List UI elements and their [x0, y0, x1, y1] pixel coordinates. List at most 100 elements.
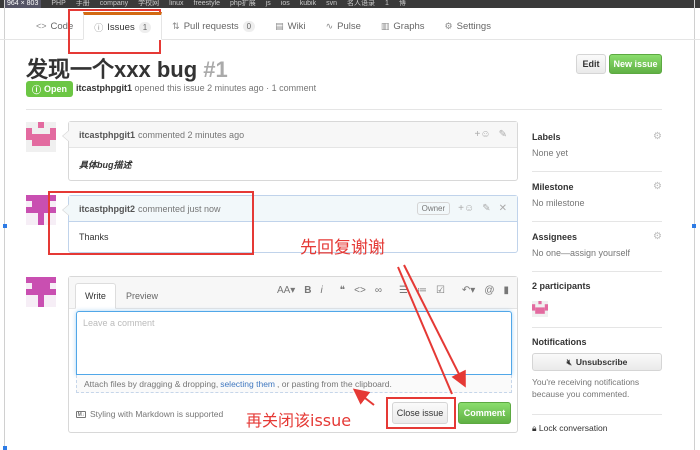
markdown-note: M↓ Styling with Markdown is supported — [76, 409, 223, 419]
gear-icon[interactable]: ⚙ — [653, 131, 662, 142]
comment-timestamp[interactable]: commented 2 minutes ago — [138, 130, 244, 140]
tab-label: Wiki — [287, 20, 306, 32]
add-reaction-icon[interactable]: +☺ — [475, 129, 491, 140]
bookmark-item[interactable]: php扩展 — [230, 0, 256, 8]
tab-label: Issues — [107, 21, 135, 33]
tab-wiki[interactable]: ▤ Wiki — [265, 12, 315, 40]
comment-author-link[interactable]: itcastphpgit1 — [79, 130, 135, 140]
tab-code[interactable]: <> Code — [26, 12, 83, 40]
bookmark-item[interactable]: 名人语录 — [347, 0, 375, 8]
comment-author-link[interactable]: itcastphpgit2 — [79, 204, 135, 214]
task-list-icon[interactable]: ☑ — [436, 285, 445, 296]
participant-avatar[interactable] — [532, 301, 548, 317]
tab-pulse[interactable]: ∿ Pulse — [316, 12, 371, 40]
bold-icon[interactable]: B — [304, 285, 311, 296]
edit-button[interactable]: Edit — [576, 54, 606, 74]
sidebar-divider — [532, 221, 662, 222]
close-icon[interactable]: ✕ — [499, 203, 507, 214]
lock-icon: 🔒︎ — [532, 423, 537, 433]
resize-handle[interactable] — [3, 224, 7, 228]
bookmark-item[interactable]: freestyle — [194, 0, 220, 8]
issue-meta: itcastphpgit1 opened this issue 2 minute… — [76, 83, 316, 93]
bookmark-item[interactable]: 学校网 — [138, 0, 159, 8]
pencil-icon[interactable]: ✎ — [499, 129, 507, 140]
close-issue-button[interactable]: Close issue — [392, 402, 448, 424]
comment-body: 具体bug描述 — [79, 160, 132, 170]
tab-preview[interactable]: Preview — [117, 283, 167, 309]
new-issue-button[interactable]: New issue — [609, 54, 662, 74]
issue-opened-text: opened this issue 2 minutes ago · 1 comm… — [134, 83, 317, 93]
sidebar-divider — [532, 327, 662, 328]
mention-icon[interactable]: @ — [484, 285, 494, 296]
code-icon[interactable]: <> — [354, 285, 366, 296]
quote-icon[interactable]: ❝ — [340, 285, 345, 296]
header-icon[interactable]: AA▾ — [277, 285, 295, 296]
lock-conversation-link[interactable]: 🔒︎ Lock conversation — [532, 423, 607, 434]
code-icon: <> — [36, 21, 47, 31]
tab-graphs[interactable]: ▥ Graphs — [371, 12, 435, 40]
graph-icon: ▥ — [380, 20, 390, 31]
markdown-icon: M↓ — [76, 410, 86, 418]
unsubscribe-button[interactable]: 🔇︎ Unsubscribe — [532, 353, 662, 371]
comment-card: itcastphpgit1 commented 2 minutes ago +☺… — [62, 121, 518, 181]
avatar[interactable] — [26, 277, 56, 307]
comment-button[interactable]: Comment — [458, 402, 511, 424]
notifications-section: Notifications — [532, 337, 662, 347]
bookmark-item[interactable]: PHP — [51, 0, 65, 8]
issue-author-link[interactable]: itcastphpgit1 — [76, 83, 132, 93]
labels-section: Labels ⚙ None yet — [532, 131, 662, 158]
link-icon[interactable]: ∞ — [375, 285, 382, 296]
gear-icon[interactable]: ⚙ — [653, 231, 662, 242]
add-reaction-icon[interactable]: +☺ — [458, 203, 474, 214]
bookmark-item[interactable]: svn — [326, 0, 337, 8]
comment-header: itcastphpgit1 commented 2 minutes ago +☺… — [69, 122, 517, 148]
comment-textarea[interactable]: Leave a comment — [76, 311, 512, 375]
tab-settings[interactable]: ⚙ Settings — [435, 12, 501, 40]
reply-icon[interactable]: ↶▾ — [462, 285, 475, 296]
markdown-link[interactable]: Styling with Markdown is supported — [90, 409, 223, 419]
window-size-readout: 964 × 803 — [4, 0, 42, 8]
comment-timestamp[interactable]: commented just now — [138, 204, 221, 214]
assignees-section: Assignees ⚙ No one—assign yourself — [532, 231, 662, 258]
status-label: Open — [44, 84, 68, 94]
bookmark-icon[interactable]: ▮ — [503, 285, 509, 296]
annotation-reply-note: 先回复谢谢 — [300, 238, 385, 258]
gear-icon[interactable]: ⚙ — [653, 181, 662, 192]
status-badge: ⓘ Open — [26, 81, 74, 97]
bookmark-item[interactable]: linux — [169, 0, 183, 8]
issue-title-text: 发现一个xxx bug — [26, 57, 198, 82]
attach-files-bar[interactable]: Attach files by dragging & dropping, sel… — [76, 375, 512, 393]
annotation-close-note: 再关闭该issue — [246, 411, 352, 430]
bookmark-item[interactable]: 1 — [385, 0, 389, 8]
participants-heading: 2 participants — [532, 281, 591, 291]
bullet-list-icon[interactable]: ☰ — [399, 285, 408, 296]
sidebar-divider — [532, 414, 662, 415]
bookmark-item[interactable]: 博 — [399, 0, 406, 8]
resize-handle[interactable] — [3, 446, 7, 450]
form-tabs: Write Preview AA▾ B i ❝ <> ∞ ☰ ≔ ☑ ↶▾ @ … — [69, 277, 517, 309]
tab-pull-requests[interactable]: ⇅ Pull requests 0 — [162, 12, 265, 40]
avatar[interactable] — [26, 195, 56, 225]
tab-label: Graphs — [393, 20, 425, 32]
comment-body: Thanks — [79, 232, 109, 242]
resize-handle[interactable] — [692, 224, 696, 228]
comment-card: itcastphpgit2 commented just now Owner +… — [62, 195, 518, 253]
tab-issues[interactable]: ⓘ Issues 1 — [83, 12, 163, 40]
pencil-icon[interactable]: ✎ — [482, 203, 490, 214]
avatar[interactable] — [26, 122, 56, 152]
tab-write[interactable]: Write — [75, 283, 116, 309]
bookmark-item[interactable]: js — [266, 0, 271, 8]
numbered-list-icon[interactable]: ≔ — [417, 285, 427, 296]
tab-label: Settings — [456, 20, 491, 32]
milestone-value: No milestone — [532, 198, 585, 208]
lock-label: Lock conversation — [538, 423, 608, 433]
select-files-link[interactable]: selecting them — [220, 379, 275, 389]
bookmark-item[interactable]: ios — [281, 0, 290, 8]
sidebar-divider — [532, 271, 662, 272]
italic-icon[interactable]: i — [321, 285, 323, 296]
bookmark-item[interactable]: company — [100, 0, 128, 8]
assignees-value[interactable]: No one—assign yourself — [532, 248, 662, 258]
notifications-heading: Notifications — [532, 337, 587, 347]
bookmark-item[interactable]: kubik — [300, 0, 316, 8]
bookmark-item[interactable]: 手册 — [76, 0, 90, 8]
